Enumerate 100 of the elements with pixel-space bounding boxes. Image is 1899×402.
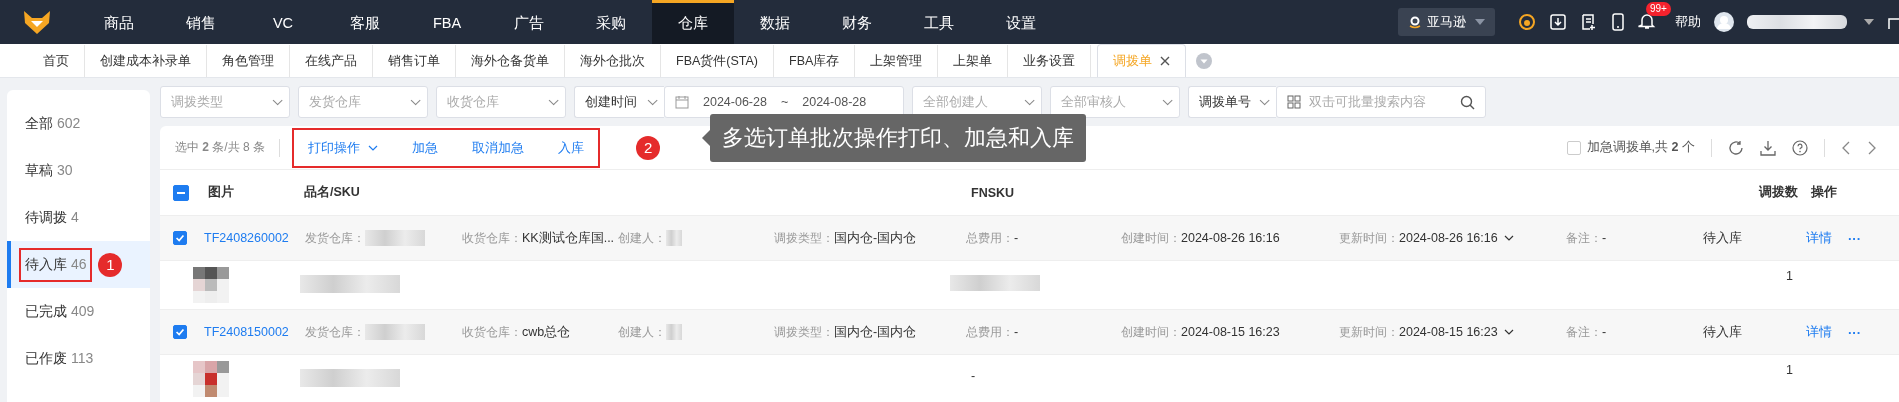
status-filter-item[interactable]: 全部 602 (7, 100, 150, 147)
action-link[interactable]: 打印操作 (308, 138, 379, 157)
amazon-smile-icon (1408, 15, 1422, 29)
field-label: 发货仓库： (305, 229, 365, 247)
transfer-quantity: 1 (1786, 363, 1793, 377)
redacted-text-drawing (666, 324, 682, 340)
grid-icon (1287, 95, 1301, 109)
page-tab[interactable]: 上架单 (938, 45, 1009, 77)
field-value: 2024-08-15 16:23 (1399, 325, 1498, 339)
action-link[interactable]: 入库 (558, 138, 585, 157)
search-bar[interactable]: 双击可批量搜索内容 (1276, 86, 1486, 118)
headset-icon[interactable] (1518, 13, 1536, 31)
next-icon[interactable] (1867, 139, 1877, 156)
action-link[interactable]: 取消加急 (472, 138, 525, 157)
field-value: 2024-08-26 16:16 (1181, 231, 1280, 245)
nav-tab[interactable]: 工具 (898, 0, 980, 44)
field-label: 收货仓库： (462, 323, 522, 341)
status-text: 待入库 (1703, 229, 1743, 247)
status-filter-item[interactable]: 草稿 30 (7, 147, 150, 194)
callout-number: 2 (636, 135, 661, 160)
field-value: 2024-08-15 16:23 (1181, 325, 1280, 339)
nav-tab[interactable]: 设置 (980, 0, 1062, 44)
page-tab[interactable]: 角色管理 (207, 45, 290, 77)
field-label: 更新时间： (1339, 323, 1399, 341)
document-add-icon[interactable] (1580, 13, 1598, 31)
help-icon[interactable] (1792, 139, 1808, 156)
close-icon[interactable] (1160, 56, 1171, 66)
page-tab[interactable]: 业务设置 (1008, 45, 1092, 77)
nav-tab[interactable]: 广告 (488, 0, 570, 44)
avatar-icon[interactable] (1714, 12, 1734, 32)
page-tab[interactable]: 首页 (28, 45, 85, 77)
field-label: 发货仓库： (305, 323, 365, 341)
detail-link[interactable]: 详情 (1806, 323, 1848, 341)
page-tab[interactable]: 海外仓批次 (565, 45, 661, 77)
nav-tab[interactable]: FBA (406, 0, 488, 44)
page-tab[interactable]: FBA库存 (774, 45, 856, 77)
order-number-link[interactable]: TF2408260002 (204, 231, 305, 245)
field-value: - (1602, 231, 1607, 245)
field-label: 更新时间： (1339, 229, 1399, 247)
more-link[interactable]: ··· (1848, 230, 1899, 246)
redacted-text-drawing (365, 230, 425, 246)
page-tab[interactable]: 创建成本补录单 (85, 45, 207, 77)
row-checkbox[interactable] (173, 325, 187, 339)
fox-logo-icon[interactable] (22, 9, 52, 35)
field-label: 调拨类型： (774, 229, 834, 247)
field-label: 备注： (1566, 229, 1602, 247)
help-link[interactable]: 帮助 (1675, 13, 1701, 31)
search-icon[interactable] (1460, 94, 1475, 110)
nav-tab[interactable]: 客服 (324, 0, 406, 44)
field-value: KK测试仓库国... (522, 229, 615, 247)
field-value: 国内仓-国内仓 (834, 323, 917, 341)
field-label: 总费用： (966, 323, 1014, 341)
search-field-select[interactable]: 调拨单号 (1188, 86, 1276, 118)
refresh-icon[interactable] (1728, 139, 1744, 156)
nav-tab[interactable]: 数据 (734, 0, 816, 44)
order-number-link[interactable]: TF2408150002 (204, 325, 305, 339)
column-header: 操作 (1811, 184, 1837, 201)
nav-tab[interactable]: 仓库 (652, 0, 734, 44)
field-label: 创建时间： (1121, 229, 1181, 247)
field-value: cwb总仓 (522, 323, 571, 341)
caret-icon[interactable] (368, 144, 379, 151)
field-value: - (1014, 325, 1019, 339)
status-filter-item[interactable]: 待调拨 4 (7, 194, 150, 241)
page-tab[interactable]: 海外仓备货单 (456, 45, 565, 77)
status-filter-item[interactable]: 已完成 409 (7, 288, 150, 335)
bell-icon[interactable] (1638, 11, 1656, 30)
page-tab[interactable]: 在线产品 (290, 45, 373, 77)
nav-tab[interactable]: 采购 (570, 0, 652, 44)
status-filter-item[interactable]: 已作废 113 (7, 335, 150, 382)
select-all-checkbox[interactable] (173, 184, 189, 201)
detail-link[interactable]: 详情 (1806, 229, 1848, 247)
callout-number: 1 (98, 252, 123, 277)
more-link[interactable]: ··· (1848, 324, 1899, 340)
status-filter-item[interactable]: 待入库 46 1 (7, 241, 150, 288)
field-label: 备注： (1566, 323, 1602, 341)
field-label: 收货仓库： (462, 229, 522, 247)
field-value: 国内仓-国内仓 (834, 229, 917, 247)
page-tab[interactable]: 销售订单 (373, 45, 456, 77)
platform-select[interactable]: 亚马逊 (1398, 8, 1495, 36)
date-range-field[interactable]: 2024-06-28 ~ 2024-08-28 (664, 86, 904, 118)
field-label: 总费用： (966, 229, 1014, 247)
chevron-down-icon[interactable] (1503, 329, 1514, 335)
action-link[interactable]: 加急 (412, 138, 439, 157)
nav-tab[interactable]: 销售 (160, 0, 242, 44)
transfer-quantity: 1 (1786, 269, 1793, 283)
page-tab[interactable]: FBA货件(STA) (661, 45, 775, 77)
column-header: 调拨数 (1759, 184, 1798, 201)
time-field-select[interactable]: 创建时间 (574, 86, 664, 118)
nav-tab[interactable]: VC (242, 0, 324, 44)
page-tab[interactable]: 上架管理 (855, 45, 939, 77)
previous-icon[interactable] (1841, 139, 1851, 156)
nav-tab[interactable]: 财务 (816, 0, 898, 44)
field-value: 2024-08-26 16:16 (1399, 231, 1498, 245)
field-label: 创建人： (618, 229, 666, 247)
caret-icon[interactable] (1864, 19, 1874, 25)
urgent-filter-checkbox[interactable]: 加急调拨单,共 2 个 (1566, 139, 1695, 156)
phone-icon[interactable] (1611, 13, 1625, 31)
nav-tab[interactable]: 商品 (78, 0, 160, 44)
chevron-down-icon[interactable] (1503, 235, 1514, 241)
row-checkbox[interactable] (173, 231, 187, 245)
